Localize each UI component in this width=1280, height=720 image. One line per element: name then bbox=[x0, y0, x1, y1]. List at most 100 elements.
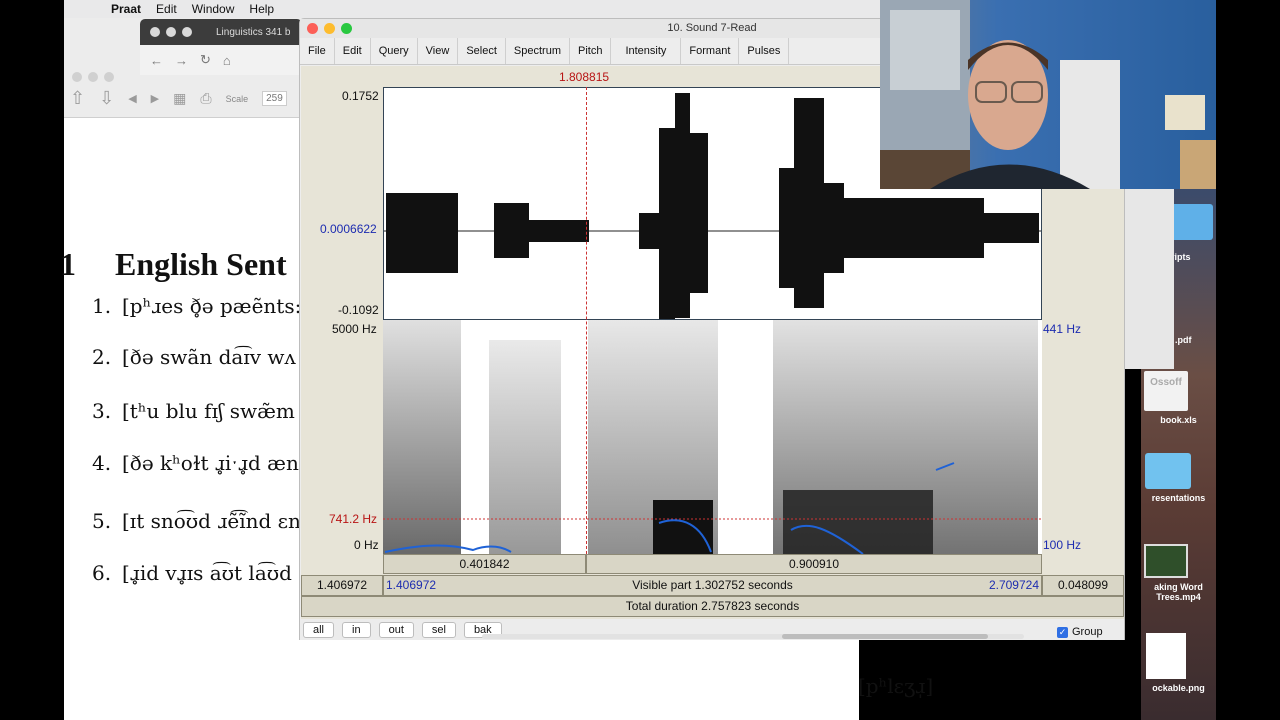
total-duration-bar[interactable]: Total duration 2.757823 seconds bbox=[301, 596, 1124, 617]
zoom-light[interactable] bbox=[104, 72, 114, 82]
example-number: 4. bbox=[92, 451, 112, 475]
zoom-in-button[interactable]: in bbox=[342, 621, 371, 638]
minimize-light[interactable] bbox=[166, 27, 176, 37]
menu-spectrum[interactable]: Spectrum bbox=[506, 38, 570, 64]
menu-query[interactable]: Query bbox=[371, 38, 418, 64]
menu-help[interactable]: Help bbox=[249, 2, 274, 16]
prev-page-icon[interactable]: ◀ bbox=[128, 92, 136, 105]
visible-right-outer-value: 0.048099 bbox=[1057, 578, 1109, 592]
cursor-time-label: 1.808815 bbox=[559, 70, 610, 84]
example-item: 5. [ɪt sno͡ʊd ɹẽ͡ĩnd ɛn bbox=[92, 509, 301, 533]
scrollbar-thumb[interactable] bbox=[782, 634, 988, 639]
folder-icon bbox=[1171, 204, 1213, 240]
spectrogram-top-label: 5000 Hz bbox=[332, 322, 377, 336]
segment-left-duration: 0.401842 bbox=[459, 557, 510, 571]
group-label: Group bbox=[1072, 626, 1103, 638]
section-title: English Sent bbox=[115, 246, 287, 282]
webcam-image bbox=[880, 0, 1216, 189]
download-icon[interactable]: ⇩ bbox=[99, 88, 114, 109]
desktop-item-label: resentations bbox=[1151, 493, 1206, 503]
visible-part-bar[interactable]: 1.406972 Visible part 1.302752 seconds 2… bbox=[383, 575, 1042, 596]
total-duration-label: Total duration 2.757823 seconds bbox=[625, 599, 800, 613]
webcam-overlay bbox=[880, 0, 1216, 189]
visible-left-outer-bar[interactable]: 1.406972 bbox=[301, 575, 383, 596]
example-number: 6. bbox=[92, 561, 112, 585]
example-number: 3. bbox=[92, 399, 112, 423]
example-text: [ðə swãn da͡ɪv wʌ bbox=[122, 345, 296, 369]
group-checkbox[interactable]: ✓ Group bbox=[1057, 626, 1103, 638]
spectrogram-cursor-frequency: 741.2 Hz bbox=[329, 512, 378, 526]
checkmark-icon: ✓ bbox=[1057, 626, 1068, 638]
video-thumbnail-icon bbox=[1144, 544, 1188, 578]
zoom-all-button[interactable]: all bbox=[303, 621, 335, 638]
menu-intensity[interactable]: Intensity bbox=[611, 38, 682, 64]
zoom-light[interactable] bbox=[182, 27, 192, 37]
example-number: 5. bbox=[92, 509, 112, 533]
desktop-item-label: book.xls bbox=[1160, 415, 1197, 425]
desktop-item-label: .pdf bbox=[1175, 335, 1192, 345]
menu-pitch[interactable]: Pitch bbox=[570, 38, 612, 64]
browser-navbar: ← → ↻ ⌂ bbox=[140, 45, 302, 75]
example-text: [pʰɹes ð̥ə pæẽnts: bbox=[122, 294, 302, 318]
menu-edit[interactable]: Edit bbox=[156, 2, 177, 16]
horizontal-scrollbar[interactable] bbox=[482, 634, 1024, 639]
menu-pulses[interactable]: Pulses bbox=[739, 38, 790, 64]
close-button[interactable] bbox=[307, 23, 318, 34]
minimize-light[interactable] bbox=[88, 72, 98, 82]
segment-right-bar[interactable]: 0.900910 bbox=[586, 554, 1042, 574]
scale-field[interactable]: 259 bbox=[262, 91, 287, 106]
transcription-fragment: [pʰlɛʒɹ̩] bbox=[858, 674, 934, 698]
menu-formant[interactable]: Formant bbox=[681, 38, 740, 64]
example-number: 1. bbox=[92, 294, 112, 318]
example-item: 2. [ðə swãn da͡ɪv wʌ bbox=[92, 345, 296, 369]
close-light[interactable] bbox=[72, 72, 82, 82]
scale-label: Scale bbox=[225, 93, 249, 104]
desktop-item-label: aking Word Trees.mp4 bbox=[1154, 582, 1203, 602]
example-text: [tʰu blu fɪʃ swæ̃m bbox=[122, 399, 295, 423]
spectrogram-view[interactable] bbox=[383, 320, 1042, 555]
visible-left-outer-value: 1.406972 bbox=[316, 578, 368, 592]
menu-app-praat[interactable]: Praat bbox=[111, 2, 141, 16]
image-thumbnail-icon bbox=[1146, 633, 1186, 679]
visible-right-outer-bar[interactable]: 0.048099 bbox=[1042, 575, 1124, 596]
back-icon[interactable]: ← bbox=[150, 53, 163, 68]
image-icon[interactable]: ▦ bbox=[173, 90, 186, 107]
upload-icon[interactable]: ⇧ bbox=[70, 88, 85, 109]
segment-left-bar[interactable]: 0.401842 bbox=[383, 554, 586, 574]
spectrogram-plot bbox=[383, 320, 1042, 555]
print-icon[interactable]: ⎙ bbox=[200, 90, 211, 107]
desktop-item-xls[interactable]: Ossoff book.xls bbox=[1141, 371, 1216, 425]
menu-file[interactable]: File bbox=[300, 38, 335, 64]
browser-tab[interactable]: Linguistics 341 b bbox=[216, 27, 291, 38]
home-icon[interactable]: ⌂ bbox=[223, 53, 231, 68]
forward-icon[interactable]: → bbox=[175, 53, 188, 68]
visible-part-label: Visible part 1.302752 seconds bbox=[632, 578, 793, 592]
minimize-button[interactable] bbox=[324, 23, 335, 34]
zoom-out-button[interactable]: out bbox=[378, 621, 414, 638]
desktop-item-presentations[interactable]: resentations bbox=[1141, 453, 1216, 503]
desktop-item-png[interactable]: ockable.png bbox=[1141, 633, 1216, 693]
segment-right-duration: 0.900910 bbox=[788, 557, 840, 571]
desktop-item-mp4[interactable]: aking Word Trees.mp4 bbox=[1141, 544, 1216, 602]
example-item: 4. [ðə kʰoɫt ɹ̥iˑɹ̥d æn bbox=[92, 451, 299, 475]
menu-edit[interactable]: Edit bbox=[335, 38, 371, 64]
next-page-icon[interactable]: ▶ bbox=[151, 92, 159, 105]
pitch-bottom-label: 100 Hz bbox=[1043, 538, 1082, 552]
pitch-top-label: 441 Hz bbox=[1043, 322, 1082, 336]
zoom-selection-button[interactable]: sel bbox=[421, 621, 456, 638]
menu-select[interactable]: Select bbox=[458, 38, 506, 64]
menu-window[interactable]: Window bbox=[192, 2, 235, 16]
window-title: 10. Sound 7-Read bbox=[667, 22, 757, 34]
zoom-button[interactable] bbox=[341, 23, 352, 34]
reload-icon[interactable]: ↻ bbox=[200, 52, 211, 68]
close-light[interactable] bbox=[150, 27, 160, 37]
menu-view[interactable]: View bbox=[418, 38, 459, 64]
background-panel bbox=[1124, 189, 1174, 369]
example-text: [ɹ̥id vɹ̥ɪs a͡ʊt la͡ʊd f bbox=[122, 561, 306, 585]
time-cursor[interactable] bbox=[586, 87, 587, 554]
section-number: 1 bbox=[60, 246, 76, 282]
wave-cursor-value: 0.0006622 bbox=[320, 222, 377, 236]
folder-icon bbox=[1145, 453, 1191, 489]
example-item: 1. [pʰɹes ð̥ə pæẽnts: bbox=[92, 294, 301, 318]
example-number: 2. bbox=[92, 345, 112, 369]
